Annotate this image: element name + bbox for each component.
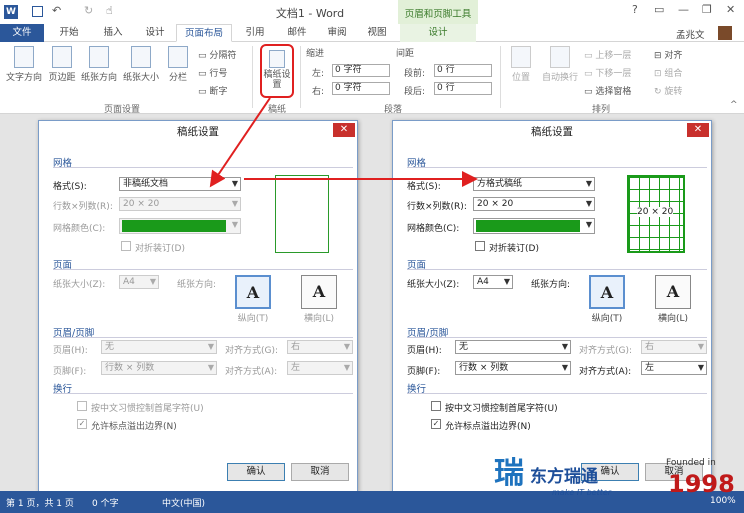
brand-name: 东方瑞通	[530, 467, 598, 487]
word-count[interactable]: 0 个字	[92, 496, 119, 509]
brand-watermark: 瑞 东方瑞通 make IT better Founded in 1998	[494, 446, 744, 506]
page-count[interactable]: 第 1 页，共 1 页	[6, 496, 74, 509]
brand-logo-icon: 瑞	[494, 456, 524, 491]
founded-label: Founded in	[666, 458, 716, 468]
language-status[interactable]: 中文(中国)	[162, 496, 205, 509]
arrow-ribbon-to-format	[209, 97, 271, 188]
founded-year: 1998	[668, 470, 735, 498]
brand-slogan: make IT better	[552, 488, 612, 497]
annotation-arrows	[209, 97, 478, 188]
